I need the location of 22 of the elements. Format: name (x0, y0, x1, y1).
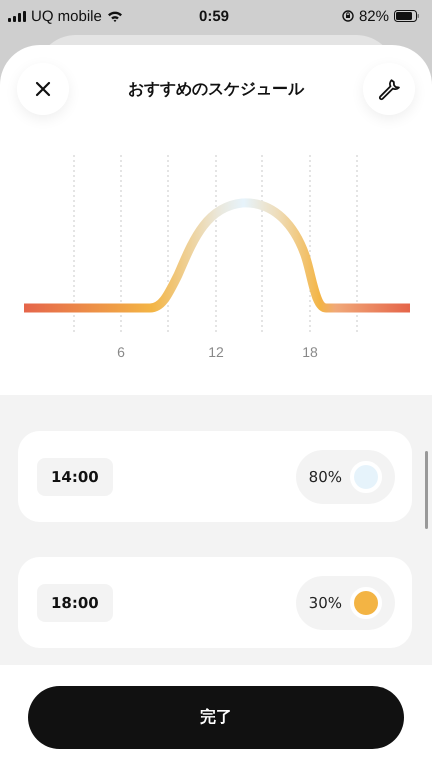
close-icon (35, 81, 51, 97)
schedule-card[interactable]: 14:00 80% (18, 431, 412, 522)
brightness-pill[interactable]: 30% (296, 576, 395, 630)
schedule-card[interactable]: 18:00 30% (18, 557, 412, 648)
axis-label: 18 (302, 344, 318, 360)
battery-icon (394, 10, 420, 22)
time-chip[interactable]: 14:00 (37, 458, 113, 496)
axis-label: 12 (208, 344, 224, 360)
battery-percent: 82% (358, 8, 389, 24)
carrier-name: UQ mobile (31, 8, 102, 24)
wifi-icon (106, 10, 123, 22)
brightness-pill[interactable]: 80% (296, 450, 395, 504)
brightness-value: 30% (308, 594, 342, 612)
sheet-title: おすすめのスケジュール (128, 78, 304, 100)
done-button[interactable]: 完了 (28, 686, 404, 749)
brightness-value: 80% (308, 468, 342, 486)
axis-label: 6 (117, 344, 125, 360)
rotation-lock-icon (342, 10, 354, 22)
clock-time: 0:59 (198, 8, 230, 24)
time-chip[interactable]: 18:00 (37, 584, 113, 622)
signal-icon (8, 10, 26, 22)
wrench-icon (377, 77, 401, 101)
